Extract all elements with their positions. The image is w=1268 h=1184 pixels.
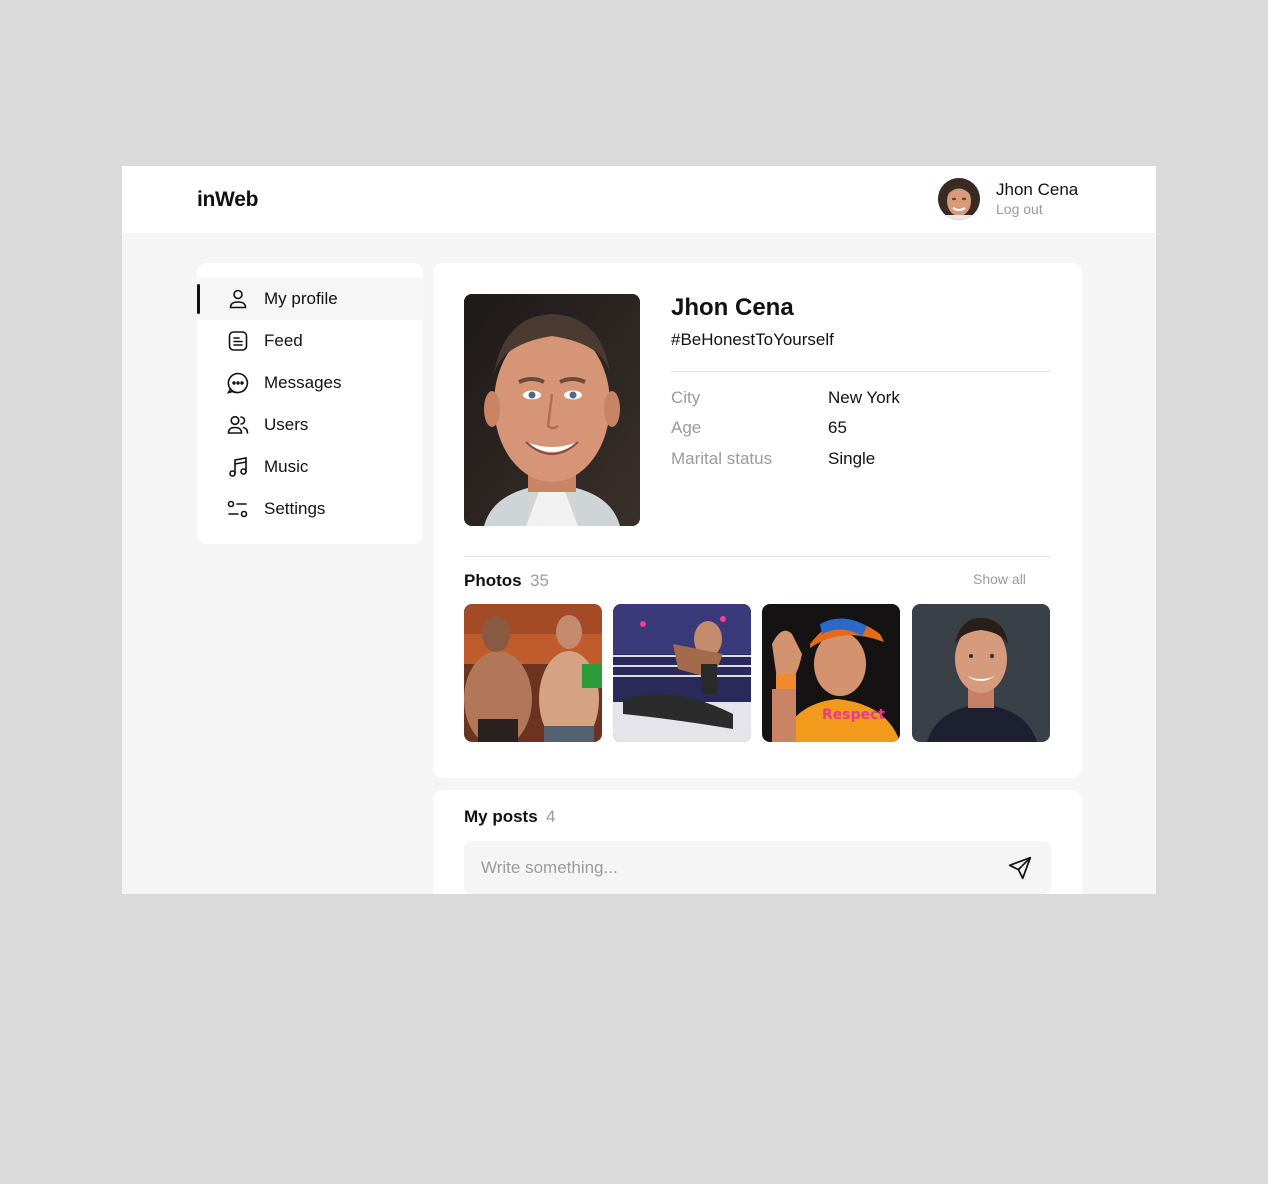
photos-count: 35 [530,571,549,590]
chat-bubble-icon [226,372,249,394]
photo-thumbnail[interactable] [464,604,602,742]
app-window: inWeb Jhon Cena Log out My profile Feed … [122,166,1156,894]
info-label-marital-status: Marital status [671,449,773,468]
users-icon [227,415,249,434]
divider [671,371,1051,372]
profile-card: Jhon Cena #BeHonestToYourself City New Y… [433,263,1082,778]
sidebar-item-label: Messages [264,373,342,392]
info-value-marital-status: Single [828,449,876,468]
sidebar-item-settings[interactable]: Settings [197,488,423,530]
profile-photo[interactable] [464,294,640,526]
top-header: inWeb Jhon Cena Log out [122,166,1156,233]
app-logo[interactable]: inWeb [197,188,258,212]
posts-card: My posts 4 [433,790,1082,894]
divider [464,556,1051,557]
settings-toggle-icon [227,500,248,518]
svg-text:Respect: Respect [822,707,885,723]
sidebar-nav: My profile Feed Messages Users Music Set… [197,263,423,544]
sidebar-item-messages[interactable]: Messages [197,362,423,404]
music-note-icon [229,457,247,477]
info-value-age: 65 [828,418,847,437]
sidebar-item-music[interactable]: Music [197,446,423,488]
posts-title: My posts [464,807,538,826]
sidebar-item-label: Settings [264,499,326,518]
photo-thumbnail[interactable] [912,604,1050,742]
posts-count: 4 [546,807,556,826]
send-icon[interactable] [1007,855,1033,881]
current-user: Jhon Cena Log out [938,178,1098,222]
sidebar-item-label: Feed [264,331,303,350]
profile-name: Jhon Cena [671,294,794,321]
sidebar-item-label: Users [264,415,309,434]
post-compose-box [464,841,1051,894]
user-name: Jhon Cena [996,180,1079,199]
document-icon [228,331,248,351]
show-all-photos-link[interactable]: Show all [973,571,1026,587]
logout-link[interactable]: Log out [996,201,1043,217]
info-label-city: City [671,388,701,407]
sidebar-item-my-profile[interactable]: My profile [197,278,423,320]
info-label-age: Age [671,418,702,437]
sidebar-item-label: My profile [264,289,338,308]
avatar[interactable] [938,178,980,220]
post-input[interactable] [464,841,994,894]
user-icon [229,289,247,309]
photo-thumbnail[interactable] [613,604,751,742]
info-value-city: New York [828,388,900,407]
profile-status: #BeHonestToYourself [671,330,834,349]
sidebar-item-users[interactable]: Users [197,404,423,446]
sidebar-item-label: Music [264,457,309,476]
photos-title: Photos [464,571,522,590]
photo-thumbnail[interactable]: Respect [762,604,900,742]
sidebar-item-feed[interactable]: Feed [197,320,423,362]
